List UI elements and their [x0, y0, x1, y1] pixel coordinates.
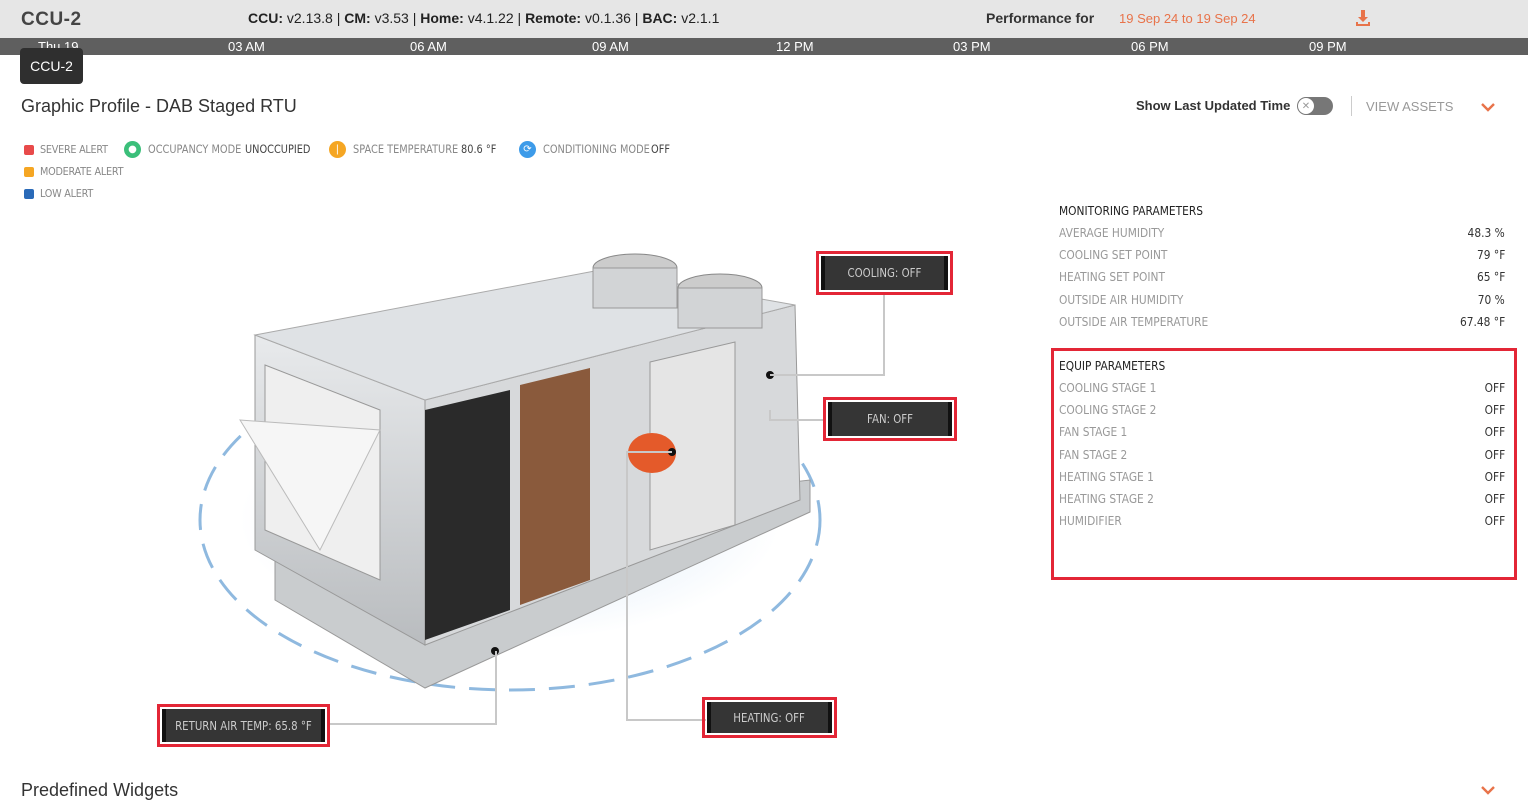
remote-version-value: v0.1.36: [584, 10, 631, 26]
remote-version-label: Remote:: [525, 10, 582, 26]
param-value: 70 %: [1477, 291, 1505, 307]
param-name: HEATING SET POINT: [1059, 269, 1165, 285]
page-title: Graphic Profile - DAB Staged RTU: [21, 96, 297, 116]
param-name: FAN STAGE 2: [1059, 446, 1128, 462]
sync-icon: ⟳: [519, 141, 536, 158]
timeline-label: 06 PM: [1131, 39, 1169, 54]
top-bar: CCU-2 CCU: v2.13.8 | CM: v3.53 | Home: v…: [0, 0, 1528, 38]
param-name: HEATING STAGE 1: [1059, 468, 1154, 484]
param-value: OFF: [1484, 468, 1505, 484]
param-name: FAN STAGE 1: [1059, 424, 1128, 440]
home-version-value: v4.1.22: [467, 10, 514, 26]
param-value: OFF: [1484, 424, 1505, 440]
timeline-label: 06 AM: [410, 39, 447, 54]
fan-status-text: FAN: OFF: [867, 412, 913, 426]
monitoring-parameters-title: MONITORING PARAMETERS: [1059, 203, 1203, 218]
chevron-down-icon[interactable]: [1481, 102, 1495, 112]
param-name: COOLING STAGE 1: [1059, 380, 1157, 395]
performance-label: Performance for: [986, 10, 1095, 26]
rtu-unit-graphic: [198, 253, 822, 692]
param-row: FAN STAGE 1 OFF: [1059, 424, 1505, 446]
ccu-tooltip: CCU-2: [20, 48, 83, 84]
cm-version-value: v3.53: [374, 10, 409, 26]
timeline-label: 03 PM: [953, 39, 991, 54]
param-row: HEATING STAGE 2 OFF: [1059, 491, 1505, 513]
conditioning-mode-value: OFF: [651, 142, 670, 156]
predefined-widgets-title[interactable]: Predefined Widgets: [21, 780, 178, 801]
param-row: COOLING STAGE 1 OFF: [1059, 380, 1505, 402]
param-value: OFF: [1484, 490, 1505, 506]
param-row: FAN STAGE 2 OFF: [1059, 447, 1505, 469]
param-name: HEATING STAGE 2: [1059, 490, 1154, 506]
param-value: 65 °F: [1476, 269, 1505, 285]
ccu-version-label: CCU:: [248, 10, 283, 26]
low-alert-swatch: [24, 189, 34, 199]
return-air-temp-text: RETURN AIR TEMP: 65.8 °F: [175, 718, 312, 733]
return-air-temp-callout[interactable]: RETURN AIR TEMP: 65.8 °F: [162, 709, 325, 742]
occupancy-mode-value: UNOCCUPIED: [245, 142, 311, 156]
timeline-label: 09 AM: [592, 39, 629, 54]
param-value: 79 °F: [1476, 247, 1505, 263]
severe-alert-swatch: [24, 145, 34, 155]
home-version-label: Home:: [420, 10, 464, 26]
param-row: HEATING SET POINT 65 °F: [1059, 269, 1505, 291]
timeline-strip[interactable]: Thu 19 03 AM 06 AM 09 AM 12 PM 03 PM 06 …: [0, 38, 1528, 55]
cm-version-label: CM:: [344, 10, 371, 26]
person-icon: ●: [124, 141, 141, 158]
param-name: AVERAGE HUMIDITY: [1059, 225, 1165, 240]
ccu-version-value: v2.13.8: [286, 10, 333, 26]
ccu-title: CCU-2: [21, 9, 82, 30]
view-assets-link[interactable]: VIEW ASSETS: [1366, 99, 1453, 114]
param-name: OUTSIDE AIR HUMIDITY: [1059, 291, 1184, 307]
legend-label: MODERATE ALERT: [40, 165, 124, 178]
toggle-knob-icon: ✕: [1298, 98, 1314, 114]
download-icon[interactable]: [1355, 9, 1371, 27]
space-temperature-value: 80.6 °F: [461, 142, 497, 156]
timeline-label: 12 PM: [776, 39, 814, 54]
divider: [1351, 96, 1352, 116]
heating-status-text: HEATING: OFF: [733, 710, 806, 725]
show-last-updated-toggle[interactable]: ✕: [1297, 97, 1333, 115]
param-value: OFF: [1484, 446, 1505, 462]
equip-parameters-title: EQUIP PARAMETERS: [1059, 358, 1166, 373]
param-name: HUMIDIFIER: [1059, 513, 1122, 529]
bac-version-label: BAC:: [642, 10, 678, 26]
show-last-updated-label: Show Last Updated Time: [1136, 98, 1291, 113]
param-row: HEATING STAGE 1 OFF: [1059, 469, 1505, 491]
occupancy-mode-label: OCCUPANCY MODE: [148, 142, 242, 156]
param-row: OUTSIDE AIR TEMPERATURE 67.48 °F: [1059, 314, 1505, 336]
heating-status-callout[interactable]: HEATING: OFF: [707, 702, 832, 733]
moderate-alert-swatch: [24, 167, 34, 177]
param-name: COOLING STAGE 2: [1059, 402, 1157, 418]
param-name: COOLING SET POINT: [1059, 247, 1168, 263]
fan-status-callout[interactable]: FAN: OFF: [828, 402, 952, 436]
thermometer-icon: ❘: [329, 141, 346, 158]
param-value: 48.3 %: [1467, 225, 1505, 240]
date-range[interactable]: 19 Sep 24 to 19 Sep 24: [1119, 11, 1256, 26]
timeline-label: 09 PM: [1309, 39, 1347, 54]
chevron-down-icon[interactable]: [1481, 785, 1495, 795]
version-info: CCU: v2.13.8 | CM: v3.53 | Home: v4.1.22…: [248, 10, 720, 26]
param-row: HUMIDIFIER OFF: [1059, 513, 1505, 535]
bac-version-value: v2.1.1: [681, 10, 720, 26]
cooling-status-text: COOLING: OFF: [847, 266, 922, 280]
param-value: OFF: [1484, 402, 1505, 418]
cooling-status-callout[interactable]: COOLING: OFF: [821, 256, 948, 290]
timeline-label: 03 AM: [228, 39, 265, 54]
param-row: COOLING STAGE 2 OFF: [1059, 402, 1505, 424]
legend-label: LOW ALERT: [40, 187, 94, 200]
param-value: OFF: [1484, 380, 1505, 395]
param-value: OFF: [1484, 513, 1505, 529]
legend-label: SEVERE ALERT: [40, 143, 108, 156]
param-row: AVERAGE HUMIDITY 48.3 %: [1059, 225, 1505, 247]
param-value: 67.48 °F: [1459, 313, 1505, 329]
param-row: COOLING SET POINT 79 °F: [1059, 247, 1505, 269]
conditioning-mode-label: CONDITIONING MODE: [543, 142, 650, 156]
space-temperature-label: SPACE TEMPERATURE: [353, 142, 459, 156]
equip-parameters: EQUIP PARAMETERS COOLING STAGE 1 OFF COOL…: [1059, 358, 1505, 535]
param-name: OUTSIDE AIR TEMPERATURE: [1059, 313, 1209, 329]
param-row: OUTSIDE AIR HUMIDITY 70 %: [1059, 292, 1505, 314]
monitoring-parameters: MONITORING PARAMETERS AVERAGE HUMIDITY 48…: [1059, 203, 1505, 336]
